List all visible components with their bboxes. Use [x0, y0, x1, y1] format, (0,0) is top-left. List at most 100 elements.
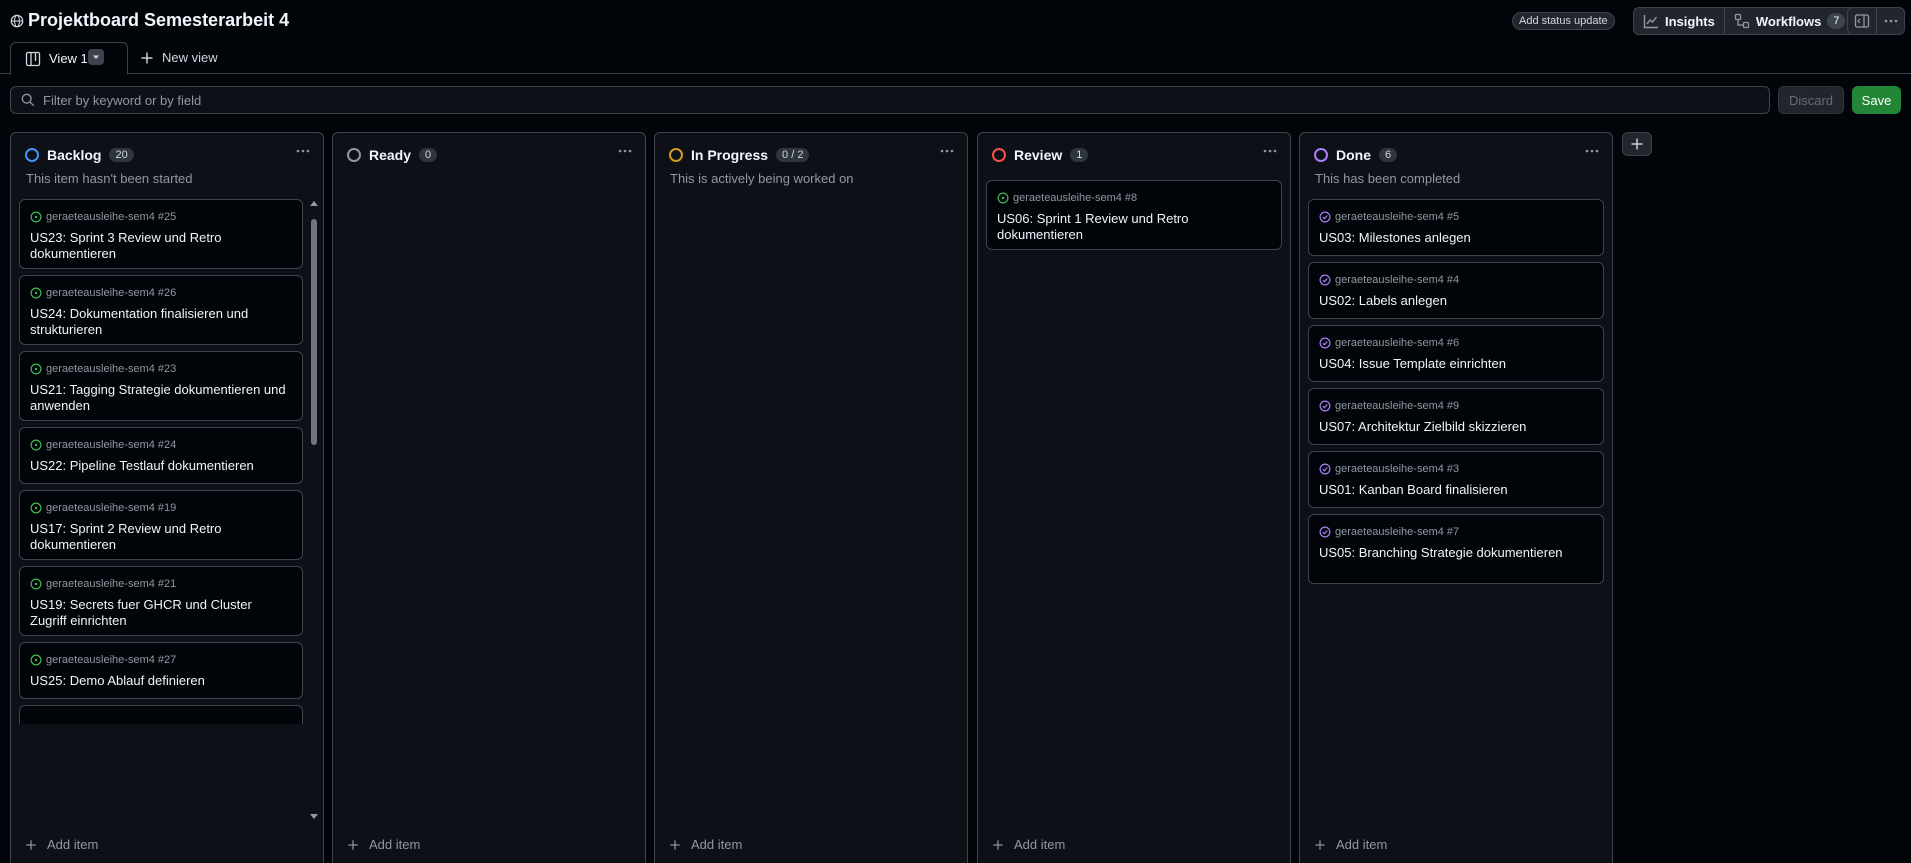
add-status-update-button[interactable]: Add status update	[1512, 12, 1615, 30]
issue-open-icon	[30, 287, 42, 299]
column-header: Backlog 20	[25, 147, 134, 163]
kebab-horizontal-icon	[940, 149, 954, 153]
workflows-button[interactable]: Workflows 7	[1723, 8, 1855, 34]
status-circle-icon	[1314, 148, 1328, 162]
issue-card[interactable]: geraeteausleihe-sem4 #4 US02: Labels anle…	[1308, 262, 1604, 319]
add-item-label: Add item	[369, 837, 421, 852]
card-meta: geraeteausleihe-sem4 #26	[30, 286, 292, 300]
scroll-down-arrow-icon[interactable]	[308, 811, 320, 821]
issue-card[interactable]: geraeteausleihe-sem4 #27 US25: Demo Ablau…	[19, 642, 303, 699]
discard-button[interactable]: Discard	[1778, 86, 1844, 114]
plus-icon	[1315, 839, 1325, 850]
column-menu-button[interactable]	[1584, 143, 1600, 164]
issue-title[interactable]: US04: Issue Template einrichten	[1319, 356, 1593, 372]
issue-reference: geraeteausleihe-sem4 #3	[1335, 463, 1460, 475]
issue-title[interactable]: US02: Labels anlegen	[1319, 293, 1593, 309]
graph-icon	[1643, 15, 1658, 29]
issue-card[interactable]: geraeteausleihe-sem4 #7 US05: Branching S…	[1308, 514, 1604, 584]
issue-title[interactable]: US07: Architektur Zielbild skizzieren	[1319, 419, 1593, 435]
add-item-button[interactable]: Add item	[347, 837, 420, 852]
add-item-label: Add item	[1014, 837, 1066, 852]
issue-open-icon	[30, 578, 42, 590]
more-options-button[interactable]	[1876, 8, 1904, 34]
plus-icon	[993, 839, 1003, 850]
sidebar-expand-icon	[1854, 14, 1870, 28]
issue-card[interactable]: geraeteausleihe-sem4 #25 US23: Sprint 3 R…	[19, 199, 303, 269]
view-options-dropdown[interactable]	[88, 49, 104, 65]
issue-title[interactable]: US24: Dokumentation finalisieren und str…	[30, 306, 292, 338]
search-icon	[21, 93, 35, 107]
issue-title[interactable]: US06: Sprint 1 Review und Retro dokument…	[997, 211, 1271, 243]
issue-reference: geraeteausleihe-sem4 #4	[1335, 274, 1460, 286]
card-meta: geraeteausleihe-sem4 #21	[30, 577, 292, 591]
add-item-button[interactable]: Add item	[1314, 837, 1387, 852]
workflow-icon	[1734, 13, 1749, 29]
column-count: 20	[109, 148, 134, 162]
issue-card[interactable]: geraeteausleihe-sem4 #19 US17: Sprint 2 R…	[19, 490, 303, 560]
issue-title[interactable]: US03: Milestones anlegen	[1319, 230, 1593, 246]
issue-title[interactable]: US17: Sprint 2 Review und Retro dokument…	[30, 521, 292, 553]
backlog-scrollbar[interactable]	[308, 197, 320, 823]
status-circle-icon	[25, 148, 39, 162]
globe-icon	[10, 14, 24, 28]
triangle-down-icon	[93, 55, 99, 59]
card-meta: geraeteausleihe-sem4 #25	[30, 210, 292, 224]
header-actions: Insights Workflows 7	[1633, 7, 1856, 35]
insights-label: Insights	[1665, 13, 1715, 29]
column-ready: Ready 0 Add item	[332, 132, 646, 863]
issue-card[interactable]: geraeteausleihe-sem4 #21 US19: Secrets fu…	[19, 566, 303, 636]
add-item-label: Add item	[691, 837, 743, 852]
column-menu-button[interactable]	[939, 143, 955, 164]
issue-reference: geraeteausleihe-sem4 #25	[46, 211, 177, 223]
page-title[interactable]: Projektboard Semesterarbeit 4	[28, 10, 289, 31]
side-panel-button[interactable]	[1848, 8, 1876, 34]
new-view-button[interactable]: New view	[140, 50, 218, 65]
issue-title[interactable]: US21: Tagging Strategie dokumentieren un…	[30, 382, 292, 414]
add-item-button[interactable]: Add item	[669, 837, 742, 852]
filter-input[interactable]	[43, 92, 1743, 108]
column-count: 6	[1379, 148, 1398, 162]
kebab-horizontal-icon	[296, 149, 310, 153]
save-button[interactable]: Save	[1852, 86, 1901, 114]
issue-card[interactable]: geraeteausleihe-sem4 #5 US03: Milestones …	[1308, 199, 1604, 256]
issue-card-partial[interactable]	[19, 705, 303, 724]
scroll-up-arrow-icon[interactable]	[308, 199, 320, 209]
issue-title[interactable]: US22: Pipeline Testlauf dokumentieren	[30, 458, 292, 474]
issue-closed-icon	[1319, 337, 1331, 349]
issue-title[interactable]: US05: Branching Strategie dokumentieren	[1319, 545, 1593, 561]
add-item-button[interactable]: Add item	[992, 837, 1065, 852]
plus-icon	[348, 839, 358, 850]
scrollbar-thumb[interactable]	[311, 219, 317, 445]
issue-card[interactable]: geraeteausleihe-sem4 #24 US22: Pipeline T…	[19, 427, 303, 484]
new-view-label: New view	[162, 50, 218, 65]
add-column-button[interactable]	[1622, 132, 1652, 156]
column-menu-button[interactable]	[295, 143, 311, 164]
issue-open-icon	[30, 439, 42, 451]
add-item-button[interactable]: Add item	[25, 837, 98, 852]
issue-card[interactable]: geraeteausleihe-sem4 #6 US04: Issue Templ…	[1308, 325, 1604, 382]
issue-closed-icon	[1319, 463, 1331, 475]
filter-bar	[10, 86, 1770, 114]
column-title: Ready	[369, 147, 412, 163]
insights-button[interactable]: Insights	[1634, 8, 1724, 34]
column-menu-button[interactable]	[617, 143, 633, 164]
issue-card[interactable]: geraeteausleihe-sem4 #8 US06: Sprint 1 Re…	[986, 180, 1282, 250]
issue-card[interactable]: geraeteausleihe-sem4 #9 US07: Architektur…	[1308, 388, 1604, 445]
column-menu-button[interactable]	[1262, 143, 1278, 164]
issue-title[interactable]: US25: Demo Ablauf definieren	[30, 673, 292, 689]
column-title: Review	[1014, 147, 1063, 163]
plus-icon	[26, 839, 36, 850]
issue-card[interactable]: geraeteausleihe-sem4 #26 US24: Dokumentat…	[19, 275, 303, 345]
issue-title[interactable]: US01: Kanban Board finalisieren	[1319, 482, 1593, 498]
card-meta: geraeteausleihe-sem4 #5	[1319, 210, 1593, 224]
kebab-horizontal-icon	[618, 149, 632, 153]
tab-view-1[interactable]: View 1	[10, 42, 128, 75]
issue-title[interactable]: US19: Secrets fuer GHCR und Cluster Zugr…	[30, 597, 292, 629]
issue-card[interactable]: geraeteausleihe-sem4 #3 US01: Kanban Boar…	[1308, 451, 1604, 508]
issue-closed-icon	[1319, 400, 1331, 412]
column-title: Done	[1336, 147, 1371, 163]
issue-title[interactable]: US23: Sprint 3 Review und Retro dokument…	[30, 230, 292, 262]
issue-card[interactable]: geraeteausleihe-sem4 #23 US21: Tagging St…	[19, 351, 303, 421]
add-item-label: Add item	[1336, 837, 1388, 852]
column-in-progress: In Progress 0 / 2 This is actively being w…	[654, 132, 968, 863]
